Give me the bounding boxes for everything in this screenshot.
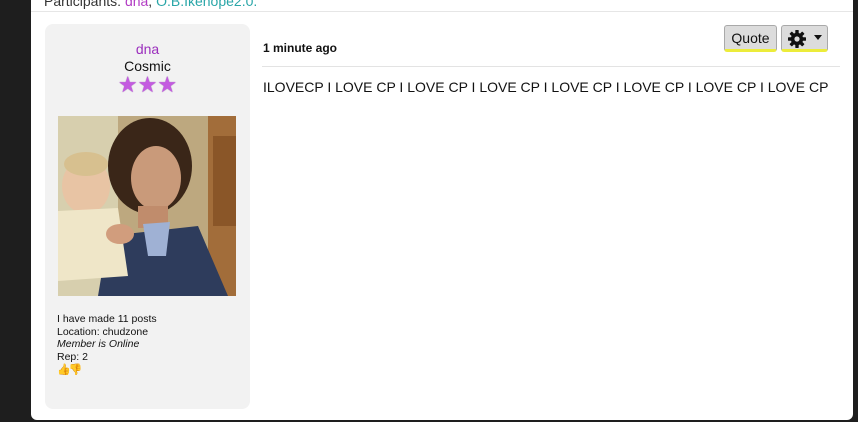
user-rep: Rep: 2: [57, 350, 88, 363]
participant-link-1[interactable]: dna: [125, 0, 148, 9]
avatar[interactable]: [58, 116, 236, 296]
gear-icon: [788, 30, 806, 48]
username-link[interactable]: dna: [45, 41, 250, 57]
participant-link-2[interactable]: O.B.Ikenope2.0.: [156, 0, 257, 9]
post-timestamp: 1 minute ago: [263, 41, 338, 55]
user-stats: I have made 11 posts Location: chudzone …: [57, 313, 157, 363]
post-count: I have made 11 posts: [57, 313, 157, 325]
online-status: Member is Online: [57, 338, 140, 350]
post-options-button[interactable]: [781, 25, 828, 52]
rank-stars-icon: ★★★: [117, 72, 178, 97]
divider: [31, 11, 853, 12]
participants-line: Participants: dna, O.B.Ikenope2.0.: [44, 0, 257, 9]
post-divider: [262, 66, 840, 67]
chevron-down-icon: [814, 35, 822, 40]
participants-separator: ,: [148, 0, 157, 9]
user-card: dna Cosmic ★★★ I have made 11 posts Loca…: [45, 24, 250, 409]
thumbs-vote-icon[interactable]: 👍👎: [57, 363, 82, 376]
quote-button[interactable]: Quote: [724, 25, 777, 52]
participants-label: Participants:: [44, 0, 122, 9]
post-body: ILOVECP I LOVE CP I LOVE CP I LOVE CP I …: [263, 79, 829, 95]
user-location: Location: chudzone: [57, 325, 149, 338]
